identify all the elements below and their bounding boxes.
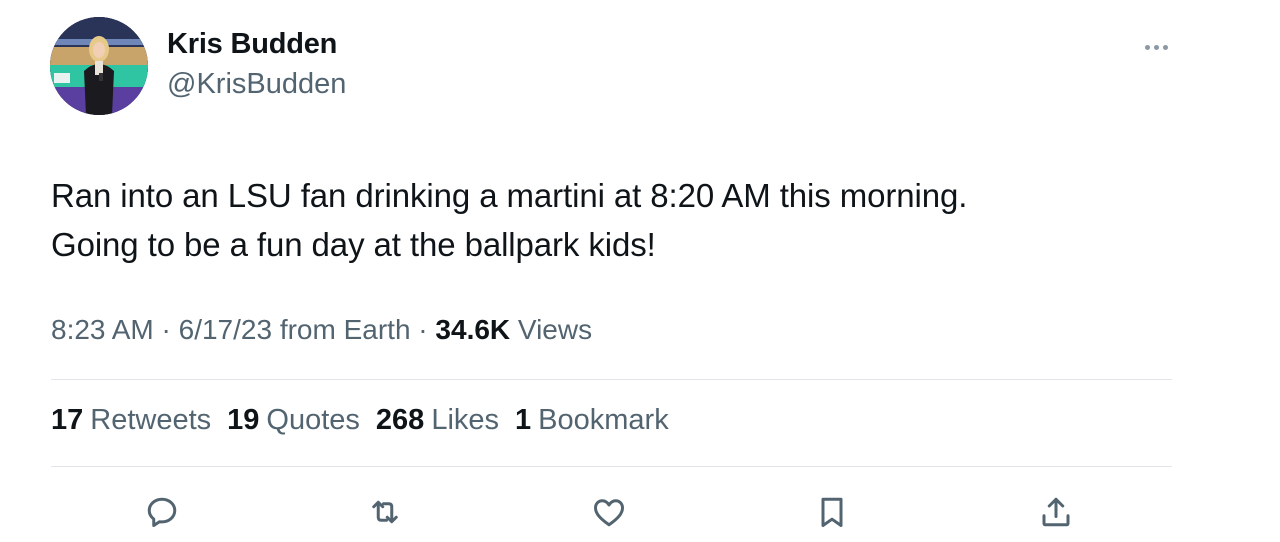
tweet-time[interactable]: 8:23 AM (51, 314, 154, 345)
likes-stat[interactable]: 268 Likes (376, 404, 499, 437)
reply-icon (147, 497, 177, 527)
tweet-text: Ran into an LSU fan drinking a martini a… (51, 171, 1161, 269)
retweets-count: 17 (51, 404, 84, 436)
avatar-image (50, 17, 148, 115)
bookmarks-label: Bookmark (538, 404, 669, 436)
retweets-stat[interactable]: 17 Retweets (51, 404, 211, 437)
author-display-name[interactable]: Kris Budden (167, 28, 337, 61)
author-handle[interactable]: @KrisBudden (167, 68, 346, 101)
divider (51, 379, 1172, 380)
tweet-text-line: Ran into an LSU fan drinking a martini a… (51, 177, 968, 214)
share-button[interactable] (1034, 490, 1078, 534)
quotes-count: 19 (227, 404, 260, 436)
bookmarks-stat[interactable]: 1 Bookmark (515, 404, 669, 437)
more-options-icon[interactable] (1136, 34, 1176, 60)
likes-count: 268 (375, 404, 425, 436)
bookmarks-count: 1 (515, 404, 532, 436)
bookmark-icon (821, 497, 843, 527)
divider (51, 466, 1172, 467)
tweet-meta: 8:23 AM · 6/17/23 from Earth · 34.6K Vie… (51, 314, 592, 346)
engagement-stats: 17 Retweets 19 Quotes 268 Likes 1 Bookmark (51, 404, 669, 437)
heart-icon (594, 499, 624, 527)
retweet-icon (372, 500, 398, 524)
views-label: Views (510, 314, 593, 345)
retweet-button[interactable] (363, 490, 407, 534)
tweet-text-line: Going to be a fun day at the ballpark ki… (51, 226, 656, 263)
meta-separator: · (410, 314, 436, 345)
avatar[interactable] (50, 17, 148, 115)
views-count: 34.6K (435, 314, 511, 345)
reply-button[interactable] (140, 490, 184, 534)
retweets-label: Retweets (90, 404, 212, 436)
quotes-label: Quotes (266, 404, 360, 436)
meta-separator: · (153, 314, 179, 345)
share-icon (1042, 497, 1070, 527)
like-button[interactable] (587, 490, 631, 534)
tweet-source: from Earth (272, 314, 411, 345)
tweet-detail: Kris Budden @KrisBudden Ran into an LSU … (0, 0, 1280, 542)
bookmark-button[interactable] (810, 490, 854, 534)
tweet-date[interactable]: 6/17/23 (179, 314, 272, 345)
quotes-stat[interactable]: 19 Quotes (227, 404, 360, 437)
likes-label: Likes (431, 404, 500, 436)
